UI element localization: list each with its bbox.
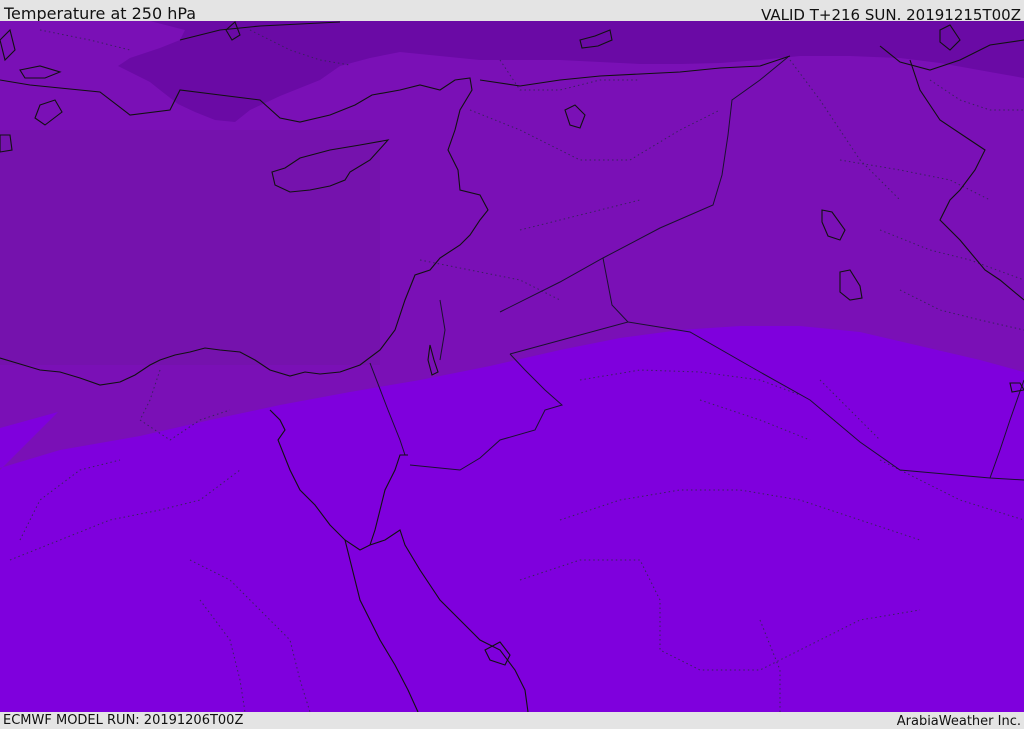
provider-label: ArabiaWeather Inc.	[896, 714, 1021, 729]
temperature-band-west	[0, 130, 380, 365]
footer-bar: ECMWF MODEL RUN: 20191206T00Z ArabiaWeat…	[0, 712, 1024, 729]
map-canvas	[0, 21, 1024, 712]
model-run-label: ECMWF MODEL RUN: 20191206T00Z	[3, 713, 244, 728]
temperature-map	[0, 21, 1024, 712]
header-bar: Temperature at 250 hPa VALID T+216 SUN. …	[0, 0, 1024, 24]
map-frame: Temperature at 250 hPa VALID T+216 SUN. …	[0, 0, 1024, 729]
